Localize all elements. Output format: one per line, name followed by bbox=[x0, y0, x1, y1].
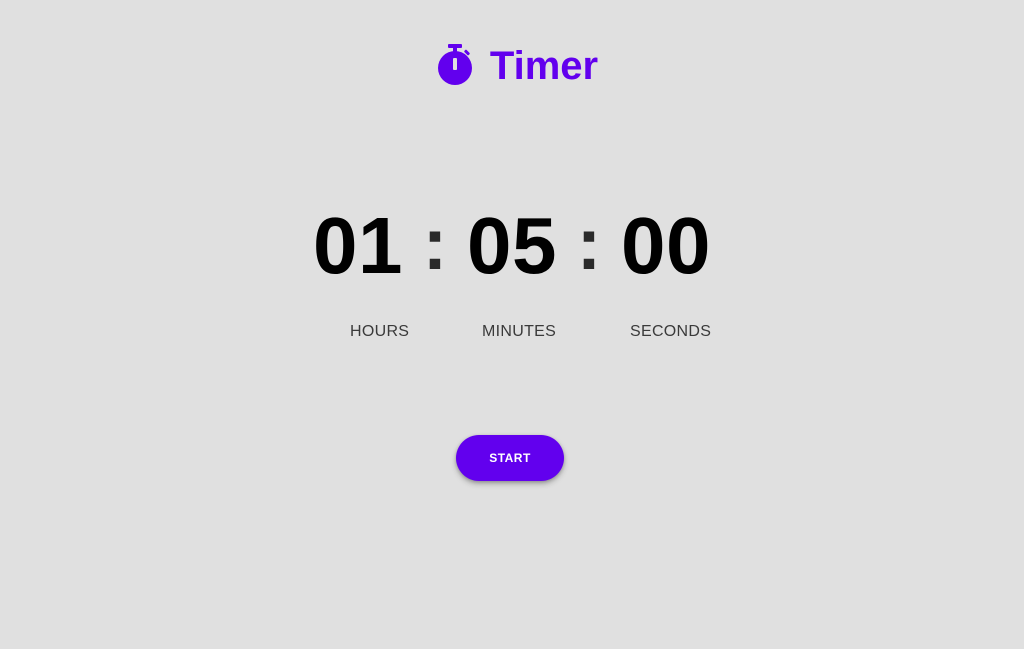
minutes-value: 05 bbox=[467, 201, 557, 290]
start-button[interactable]: START bbox=[456, 435, 564, 481]
hours-value: 01 bbox=[313, 201, 403, 290]
unit-labels: HOURS MINUTES SECONDS bbox=[0, 323, 1024, 347]
minutes-label: MINUTES bbox=[482, 323, 557, 340]
hours-label: HOURS bbox=[350, 323, 410, 340]
app-title: Timer bbox=[489, 44, 599, 88]
time-separator: : bbox=[576, 202, 602, 285]
stopwatch-icon bbox=[436, 43, 474, 87]
time-separator: : bbox=[422, 202, 448, 285]
seconds-label: SECONDS bbox=[630, 323, 712, 340]
seconds-value: 00 bbox=[621, 201, 711, 290]
timer-display: 01 : 05 : 00 bbox=[0, 203, 1024, 289]
app-header: Timer bbox=[0, 40, 1024, 90]
